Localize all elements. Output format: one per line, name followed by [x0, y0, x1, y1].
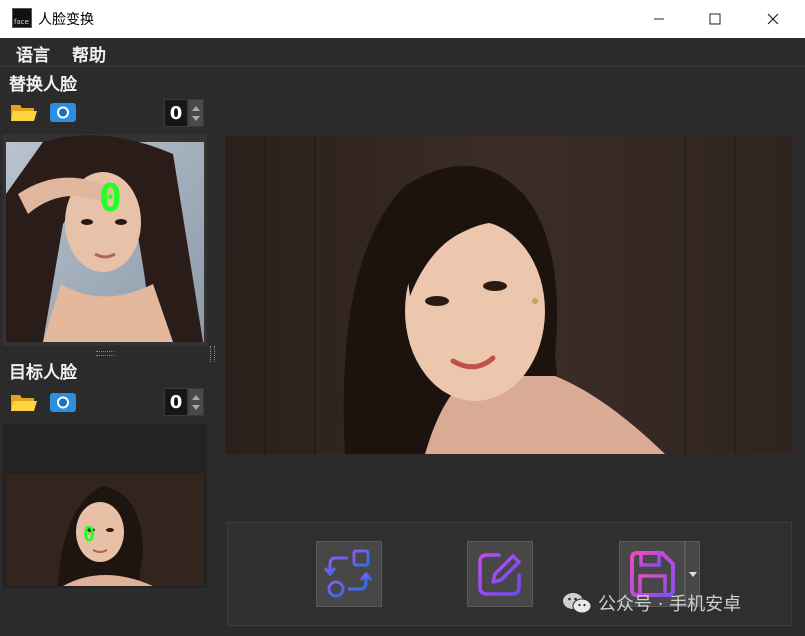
app-icon-text: face: [14, 18, 29, 26]
watermark: 公众号 · 手机安卓: [562, 590, 741, 616]
menu-language[interactable]: 语言: [16, 41, 50, 66]
window-titlebar: face 人脸变换: [0, 0, 805, 39]
swap-faces-button[interactable]: [316, 541, 382, 607]
watermark-text: 公众号 · 手机安卓: [598, 594, 742, 615]
dropdown-arrow-icon: [689, 572, 697, 577]
splitter-handle-vertical[interactable]: [210, 346, 215, 362]
source-face-marker: 0: [99, 176, 122, 220]
close-button[interactable]: [744, 0, 802, 38]
app-icon: face: [12, 8, 32, 28]
source-open-button[interactable]: [9, 99, 39, 125]
camera-icon: [50, 393, 76, 412]
minimize-icon: [654, 18, 664, 20]
target-photo-frame: 0: [3, 424, 207, 588]
window-title: 人脸变换: [38, 12, 94, 28]
spin-down-icon[interactable]: [192, 116, 200, 121]
source-camera-button[interactable]: [48, 99, 78, 125]
result-face-image: [225, 136, 793, 454]
target-open-button[interactable]: [9, 389, 39, 415]
source-spin-value[interactable]: 0: [164, 99, 188, 127]
folder-icon: [11, 105, 37, 121]
target-face-index-spinbox[interactable]: 0: [164, 388, 204, 416]
source-face-image: [6, 135, 204, 342]
camera-icon: [50, 103, 76, 122]
source-face-index-spinbox[interactable]: 0: [164, 99, 204, 127]
spin-up-icon[interactable]: [192, 395, 200, 400]
target-spin-value[interactable]: 0: [164, 388, 188, 416]
source-face-title: 替换人脸: [9, 75, 77, 95]
close-icon: [767, 13, 779, 25]
splitter-handle-horizontal[interactable]: [96, 351, 114, 356]
wechat-icon: [563, 593, 592, 614]
target-face-title: 目标人脸: [9, 363, 77, 383]
maximize-button[interactable]: [686, 0, 744, 38]
spin-down-icon[interactable]: [192, 405, 200, 410]
target-face-image: [6, 474, 204, 586]
edit-icon: [478, 553, 521, 596]
main-preview-image: [225, 136, 793, 454]
target-camera-button[interactable]: [48, 389, 78, 415]
source-photo-frame: 0: [3, 134, 207, 346]
spin-up-icon[interactable]: [192, 106, 200, 111]
folder-icon: [11, 395, 37, 411]
maximize-icon: [709, 13, 721, 25]
edit-button[interactable]: [467, 541, 533, 607]
swap-faces-icon: [323, 549, 373, 598]
target-face-marker: 0: [83, 522, 96, 546]
minimize-button[interactable]: [630, 0, 688, 38]
menu-bar: 语言 帮助: [0, 38, 805, 67]
menu-help[interactable]: 帮助: [72, 41, 106, 66]
